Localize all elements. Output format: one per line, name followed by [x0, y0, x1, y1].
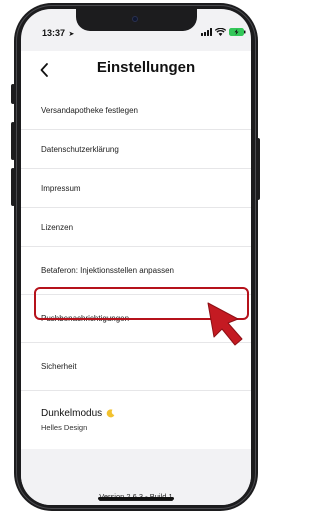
front-camera — [132, 16, 138, 22]
settings-item-label: Datenschutzerklärung — [41, 144, 119, 154]
settings-list: Versandapotheke festlegen Datenschutzerk… — [21, 91, 251, 449]
settings-item-sicherheit[interactable]: Sicherheit — [21, 343, 251, 391]
dark-mode-subtitle: Helles Design — [41, 423, 88, 432]
phone-screen: 13:37 ➤ Einstellungen Versandapotheke fe… — [21, 9, 251, 505]
settings-item-datenschutz[interactable]: Datenschutzerklärung — [21, 130, 251, 169]
settings-item-impressum[interactable]: Impressum — [21, 169, 251, 208]
signal-icon — [201, 28, 212, 36]
settings-item-lizenzen[interactable]: Lizenzen — [21, 208, 251, 247]
wifi-icon — [215, 28, 226, 36]
settings-item-label: Versandapotheke festlegen — [41, 105, 138, 115]
battery-charging-icon — [229, 28, 246, 36]
page-title: Einstellungen — [96, 59, 196, 76]
moon-icon — [106, 409, 115, 418]
notch — [76, 9, 197, 31]
home-indicator — [98, 497, 174, 500]
dark-mode-title: Dunkelmodus — [41, 408, 115, 419]
settings-item-dunkelmodus[interactable]: Dunkelmodus Helles Design — [21, 391, 251, 449]
settings-item-label: Lizenzen — [41, 222, 74, 232]
status-indicators — [201, 28, 246, 36]
settings-item-label: Sicherheit — [41, 362, 77, 371]
settings-item-label: Impressum — [41, 183, 81, 193]
cursor-arrow-icon — [202, 299, 258, 349]
settings-item-label: Betaferon: Injektionsstellen anpassen — [41, 266, 174, 275]
dark-mode-title-text: Dunkelmodus — [41, 408, 103, 419]
phone-frame: 13:37 ➤ Einstellungen Versandapotheke fe… — [14, 3, 258, 511]
location-icon: ➤ — [68, 31, 75, 38]
settings-item-versandapotheke[interactable]: Versandapotheke festlegen — [21, 91, 251, 130]
navigation-header: Einstellungen — [21, 51, 251, 91]
status-time: 13:37 ➤ — [42, 28, 74, 38]
status-time-text: 13:37 — [42, 28, 66, 38]
